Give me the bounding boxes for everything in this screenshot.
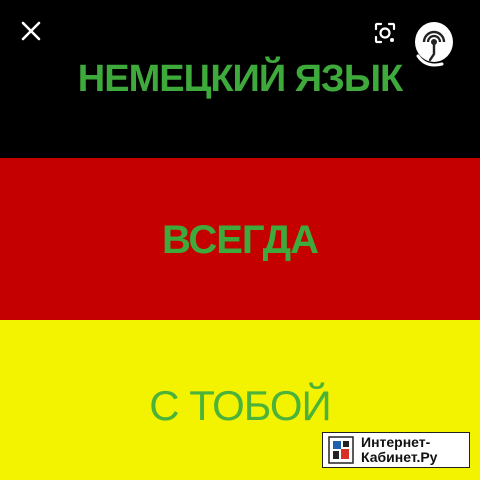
podcast-speaker-icon (415, 22, 453, 67)
watermark-line-1: Интернет- (361, 434, 431, 450)
lens-search-button[interactable] (372, 20, 398, 46)
watermark-text: Интернет- Кабинет.Ру (361, 435, 437, 465)
banner-line-3: С ТОБОЙ (149, 382, 331, 429)
watermark-line-2: Кабинет.Ру (361, 449, 438, 465)
banner-line-2: ВСЕГДА (162, 218, 319, 262)
watermark-badge: Интернет- Кабинет.Ру (322, 432, 470, 468)
internet-kabinet-logo-icon (328, 436, 354, 464)
lens-search-icon (374, 22, 396, 44)
close-icon (21, 21, 41, 41)
close-button[interactable] (18, 18, 44, 44)
banner-line-1: НЕМЕЦКИЙ ЯЗЫК (77, 58, 403, 100)
